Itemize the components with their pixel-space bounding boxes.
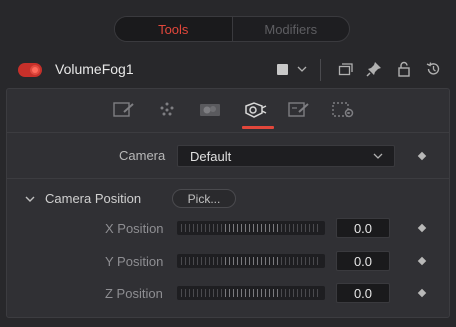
edit-icon[interactable] xyxy=(287,100,311,120)
color-swatch[interactable] xyxy=(277,64,288,75)
camera-dropdown-value: Default xyxy=(190,149,232,164)
tool-name[interactable]: VolumeFog1 xyxy=(55,61,134,77)
camera-dropdown[interactable]: Default xyxy=(177,145,395,167)
x-position-slider[interactable] xyxy=(177,221,325,235)
x-position-input[interactable]: 0.0 xyxy=(336,218,390,238)
fog-image-icon[interactable] xyxy=(198,100,222,120)
keyframe-diamond[interactable] xyxy=(417,223,427,233)
pick-button[interactable]: Pick... xyxy=(172,189,236,208)
active-tab-indicator xyxy=(242,126,274,129)
chevron-down-icon[interactable] xyxy=(25,194,35,204)
y-position-label: Y Position xyxy=(105,254,164,269)
z-position-slider[interactable] xyxy=(177,286,325,300)
keyframe-diamond[interactable] xyxy=(417,151,427,161)
chevron-down-icon xyxy=(373,153,383,159)
control-panel: Camera Default Camera Position Pick... X… xyxy=(6,88,450,318)
pin-icon[interactable] xyxy=(366,61,382,77)
section-divider xyxy=(7,178,449,179)
tab-modifiers[interactable]: Modifiers xyxy=(233,17,350,41)
camera-label: Camera xyxy=(119,148,166,163)
keyframe-diamond[interactable] xyxy=(417,288,427,298)
section-title[interactable]: Camera Position xyxy=(45,191,141,206)
tool-header: VolumeFog1 xyxy=(0,56,456,84)
lock-icon[interactable] xyxy=(396,61,412,77)
shape-icon[interactable] xyxy=(112,100,136,120)
color-dots-icon[interactable] xyxy=(155,100,179,120)
x-position-label: X Position xyxy=(105,221,164,236)
z-position-label: Z Position xyxy=(105,286,163,301)
z-position-input[interactable]: 0.0 xyxy=(336,283,390,303)
y-position-slider[interactable] xyxy=(177,254,325,268)
control-tab-row xyxy=(7,89,449,133)
enable-toggle[interactable] xyxy=(18,63,42,77)
window-icon[interactable] xyxy=(337,61,353,77)
y-position-input[interactable]: 0.0 xyxy=(336,251,390,271)
reset-icon[interactable] xyxy=(425,61,441,77)
camera-icon[interactable] xyxy=(243,100,267,120)
keyframe-diamond[interactable] xyxy=(417,256,427,266)
chevron-down-icon[interactable] xyxy=(296,62,308,76)
inspector-tab-bar: Tools Modifiers xyxy=(114,16,350,42)
header-divider xyxy=(320,59,321,81)
tab-tools[interactable]: Tools xyxy=(115,17,233,41)
settings-icon[interactable] xyxy=(331,100,355,120)
